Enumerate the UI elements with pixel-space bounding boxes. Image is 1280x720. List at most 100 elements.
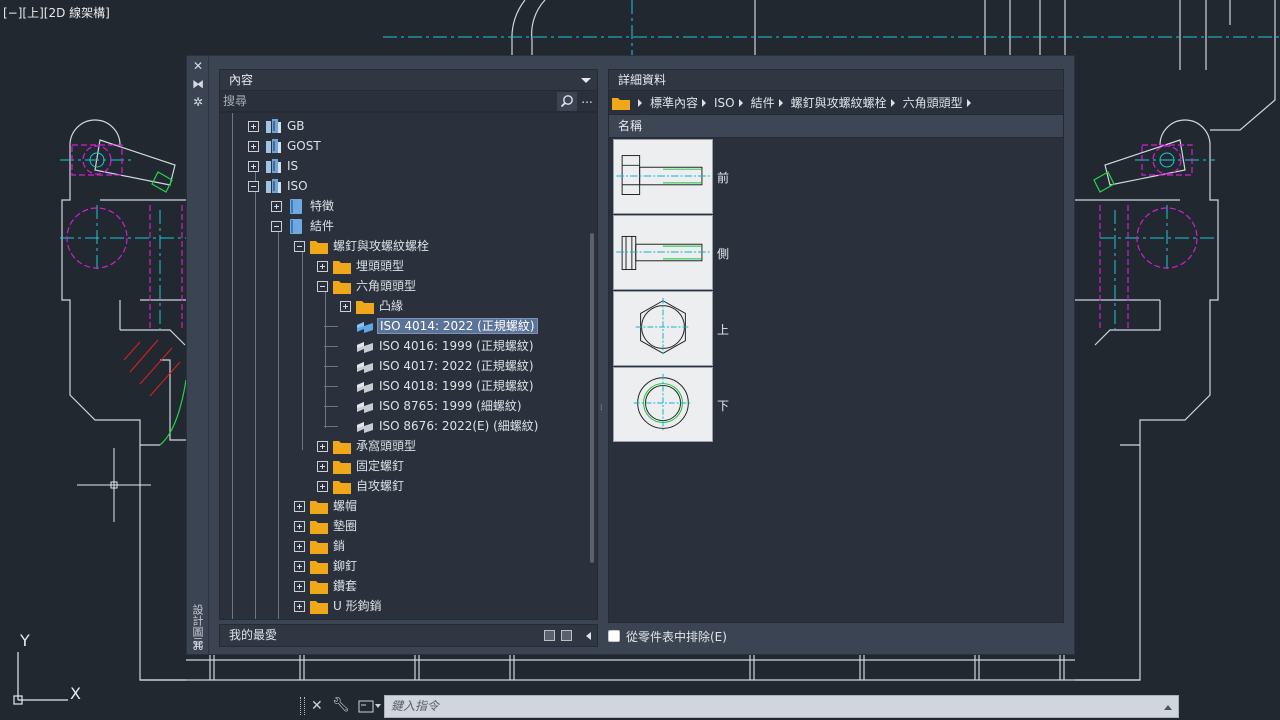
chevron-down-icon[interactable] <box>581 78 591 83</box>
view-item-bottom[interactable]: 下 <box>613 367 753 442</box>
collapse-left-icon[interactable] <box>586 631 591 640</box>
tree-item[interactable]: 自攻螺釘 <box>220 476 585 496</box>
close-icon[interactable]: ✕ <box>191 59 205 73</box>
ucs-y-label: Y <box>19 631 30 650</box>
expand-icon[interactable] <box>294 541 305 552</box>
expand-icon[interactable] <box>294 561 305 572</box>
close-icon[interactable]: ✕ <box>311 698 323 714</box>
tree-item[interactable]: 鉚釘 <box>220 556 585 576</box>
top-view-thumbnail[interactable] <box>613 291 713 366</box>
view-item-side[interactable]: 側 <box>613 215 753 290</box>
tree-item[interactable]: GB <box>220 116 585 136</box>
view-item-top[interactable]: 上 <box>613 291 753 366</box>
expand-icon[interactable] <box>248 141 259 152</box>
content-panel-header[interactable]: 內容 <box>219 69 598 91</box>
collapse-icon[interactable] <box>294 241 305 252</box>
view-label: 上 <box>717 323 730 337</box>
recent-commands-icon[interactable] <box>358 700 382 713</box>
tree-item[interactable]: GOST <box>220 136 585 156</box>
expand-icon[interactable] <box>294 501 305 512</box>
favorites-grid-icon[interactable] <box>561 630 572 641</box>
view-item-front[interactable]: 前 <box>613 139 753 214</box>
expand-icon[interactable] <box>317 481 328 492</box>
favorites-bar[interactable]: 我的最愛 <box>219 624 598 647</box>
command-input[interactable]: 鍵入指令 <box>384 695 1179 718</box>
expand-icon[interactable] <box>294 521 305 532</box>
command-line-grip[interactable] <box>300 697 305 715</box>
expand-icon[interactable] <box>317 461 328 472</box>
breadcrumb-item[interactable]: 六角頭頭型 <box>903 94 963 111</box>
tree-item[interactable]: 六角頭頭型 <box>220 276 585 296</box>
search-input[interactable] <box>220 91 557 111</box>
expand-icon[interactable] <box>248 121 259 132</box>
tree-item[interactable]: 結件 <box>220 216 585 236</box>
tree-item[interactable]: ISO 8676: 2022(E) (細螺紋) <box>220 416 585 436</box>
tree-item[interactable]: ISO <box>220 176 585 196</box>
more-options-icon[interactable]: ... <box>577 92 597 111</box>
tree-scrollbar[interactable] <box>590 233 594 563</box>
bolt-gray-icon <box>357 382 373 393</box>
tree-item[interactable]: 承窩頭頭型 <box>220 436 585 456</box>
collapse-icon[interactable] <box>317 281 328 292</box>
expand-icon[interactable] <box>294 581 305 592</box>
exclude-from-bom-checkbox[interactable] <box>608 630 620 642</box>
front-view-thumbnail[interactable] <box>613 139 713 214</box>
tree-item[interactable]: 墊圈 <box>220 516 585 536</box>
tree-item[interactable]: ISO 4014: 2022 (正規螺紋) <box>220 316 585 336</box>
tree-item[interactable]: 特徵 <box>220 196 585 216</box>
expand-icon[interactable] <box>271 201 282 212</box>
tree-item-label: ISO 8676: 2022(E) (細螺紋) <box>379 419 539 433</box>
wrench-icon[interactable]: 🔧︎ <box>332 697 350 713</box>
collapse-icon[interactable] <box>248 181 259 192</box>
bottom-view-thumbnail[interactable] <box>613 367 713 442</box>
exclude-from-bom-option[interactable]: 從零件表中排除(E) <box>608 627 727 645</box>
palette-library-icon[interactable]: ⌘ <box>191 639 205 653</box>
viewport-controls-label[interactable]: [−][上][2D 線架構] <box>3 4 110 21</box>
breadcrumb-item[interactable]: 結件 <box>751 94 775 111</box>
content-tree[interactable]: GB GOST IS ISO 特徵 結件 螺釘與攻螺紋螺栓 埋頭頭型 六角頭頭型 凸緣 ISO 40… <box>219 112 598 620</box>
panel-splitter[interactable]: ⁞ <box>600 404 604 418</box>
tree-item[interactable]: 螺帽 <box>220 496 585 516</box>
palette-title-strip[interactable]: ✕ ⧓ ✲ 設計圖元 ⌘ <box>187 56 209 654</box>
tree-item[interactable]: 埋頭頭型 <box>220 256 585 276</box>
tree-item[interactable]: 銷 <box>220 536 585 556</box>
breadcrumb-arrow-icon[interactable] <box>966 98 971 107</box>
tree-item[interactable]: ISO 4016: 1999 (正規螺紋) <box>220 336 585 356</box>
breadcrumb-arrow-icon[interactable] <box>702 98 707 107</box>
chevron-up-icon[interactable] <box>1164 705 1172 710</box>
tree-item[interactable]: ISO 8765: 1999 (細螺紋) <box>220 396 585 416</box>
name-column-header[interactable]: 名稱 <box>608 115 1064 138</box>
tree-branch-line <box>324 406 338 407</box>
search-icon[interactable] <box>557 91 577 111</box>
collapse-icon[interactable] <box>271 221 282 232</box>
tree-item[interactable]: U 形鉤銷 <box>220 596 585 616</box>
tree-item[interactable]: 固定螺釘 <box>220 456 585 476</box>
breadcrumb-item[interactable]: ISO <box>714 96 735 110</box>
breadcrumb-item[interactable]: 標準內容 <box>650 94 698 111</box>
tree-item[interactable]: 螺釘與攻螺紋螺栓 <box>220 236 585 256</box>
breadcrumb: 標準內容 ISO 結件 螺釘與攻螺紋螺栓 六角頭頭型 <box>608 91 1064 115</box>
breadcrumb-arrow-icon[interactable] <box>738 98 743 107</box>
tree-item[interactable]: 鑽套 <box>220 576 585 596</box>
tree-item[interactable]: ISO 4017: 2022 (正規螺紋) <box>220 356 585 376</box>
favorites-list-icon[interactable] <box>544 630 555 641</box>
tree-item[interactable]: 凸緣 <box>220 296 585 316</box>
breadcrumb-arrow-icon[interactable] <box>778 98 783 107</box>
tree-item[interactable]: ISO 4018: 1999 (正規螺紋) <box>220 376 585 396</box>
expand-icon[interactable] <box>294 601 305 612</box>
expand-icon[interactable] <box>317 441 328 452</box>
properties-gear-icon[interactable]: ✲ <box>191 95 205 109</box>
expand-icon[interactable] <box>317 261 328 272</box>
folder-icon <box>310 561 328 574</box>
breadcrumb-arrow-icon[interactable] <box>890 98 895 107</box>
auto-hide-icon[interactable]: ⧓ <box>191 77 205 91</box>
breadcrumb-arrow-icon[interactable] <box>638 98 642 107</box>
expand-icon[interactable] <box>340 301 351 312</box>
breadcrumb-item[interactable]: 螺釘與攻螺紋螺栓 <box>791 94 887 111</box>
expand-icon[interactable] <box>248 161 259 172</box>
top-view-drawing <box>635 297 691 357</box>
tree-item-label: 埋頭頭型 <box>356 259 405 273</box>
folder-icon[interactable] <box>612 96 630 110</box>
side-view-thumbnail[interactable] <box>613 215 713 290</box>
tree-item[interactable]: IS <box>220 156 585 176</box>
